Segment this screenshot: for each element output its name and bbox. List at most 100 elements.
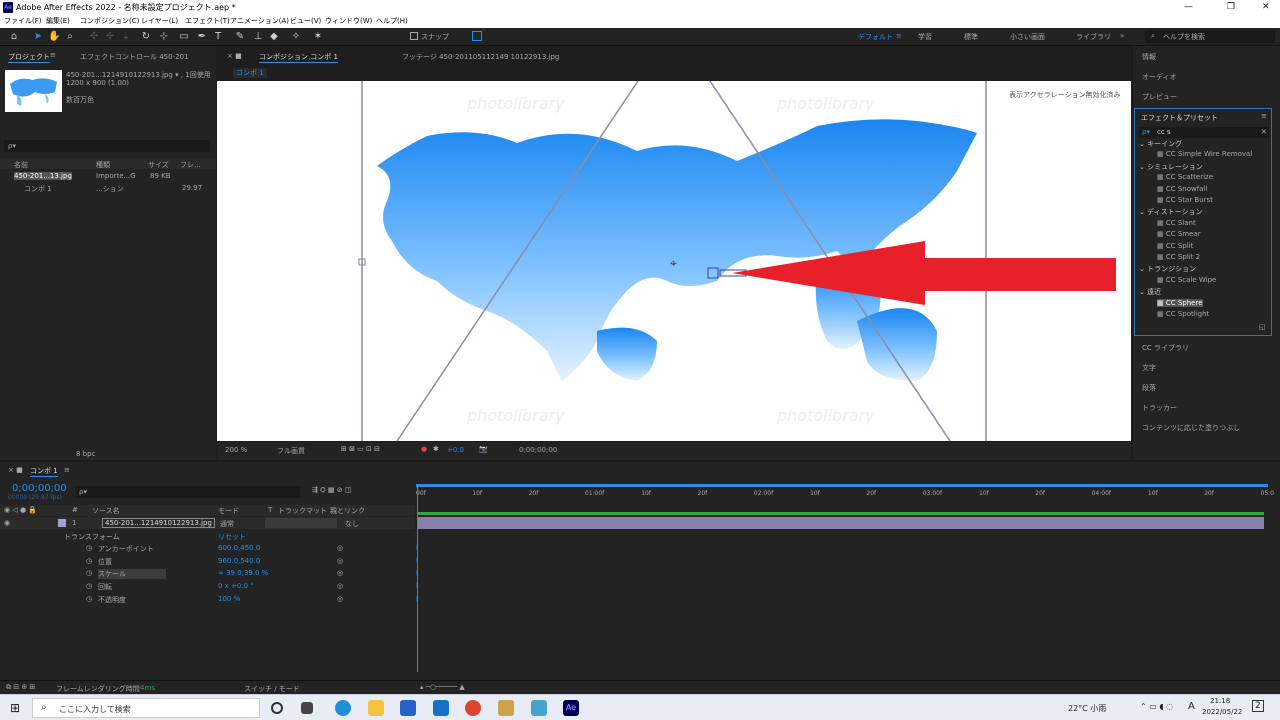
property-value[interactable]: ∞ 39.0,39.0 % bbox=[218, 569, 268, 577]
stopwatch-icon[interactable]: ◷ bbox=[86, 582, 92, 590]
taskbar-search[interactable]: ⌕ ここに入力して検索 bbox=[32, 698, 260, 718]
layer-duration-bar[interactable] bbox=[418, 517, 1264, 529]
panel-character[interactable]: 文字 bbox=[1142, 363, 1156, 373]
effect-item[interactable]: ▦ CC Simple Wire Removal bbox=[1157, 150, 1252, 158]
property-value[interactable]: 100 % bbox=[218, 595, 240, 603]
comp-subtab[interactable]: コンポ 1 bbox=[233, 68, 267, 78]
windows-start-icon[interactable]: ⊞ bbox=[10, 701, 20, 715]
zoom-select[interactable]: 200 % bbox=[225, 446, 247, 454]
new-preset-icon[interactable]: ◱ bbox=[1259, 323, 1266, 331]
menu-window[interactable]: ウィンドウ(W) bbox=[325, 15, 372, 28]
stopwatch-icon[interactable]: ◷ bbox=[86, 544, 92, 552]
clear-search-icon[interactable]: ✕ bbox=[1261, 128, 1267, 136]
pickwhip-icon[interactable]: ◎ bbox=[337, 595, 343, 603]
layer-row[interactable]: ◉ 1 450-201...1214910122913.jpg 通常 なし bbox=[0, 517, 414, 529]
layer-name[interactable]: 450-201...1214910122913.jpg bbox=[102, 518, 215, 528]
effect-item[interactable]: ▦ CC Star Burst bbox=[1157, 196, 1213, 204]
orbit-tool-icon[interactable]: ✣ bbox=[88, 31, 100, 43]
help-search[interactable]: ⌕ ヘルプを検索 bbox=[1145, 30, 1275, 43]
parent-select[interactable]: なし bbox=[345, 519, 359, 529]
col-name[interactable]: 名前 bbox=[14, 160, 28, 170]
timeline-tab[interactable]: コンポ 1 bbox=[30, 466, 58, 477]
timeline-menu-icon[interactable]: ≡ bbox=[64, 466, 70, 474]
anchor-tool-icon[interactable]: ⊹ bbox=[158, 31, 170, 43]
time-ruler[interactable]: 00f 10f 20f 01:00f 10f 20f 02:00f 10f 20f 03:00f 1… bbox=[416, 486, 1274, 506]
selection-tool-icon[interactable]: ➤ bbox=[32, 31, 44, 43]
roto-tool-icon[interactable]: ✧ bbox=[290, 31, 302, 43]
type-tool-icon[interactable]: T bbox=[212, 31, 224, 43]
clock-time[interactable]: 21:18 bbox=[1210, 697, 1230, 705]
dolly-tool-icon[interactable]: ⇣ bbox=[120, 31, 132, 43]
exposure-icon[interactable]: ✱ bbox=[433, 445, 439, 453]
col-trackmatte[interactable]: トラックマット bbox=[278, 506, 327, 516]
zoom-slider[interactable]: ▴ ─○───── ▲ bbox=[420, 683, 465, 691]
effect-group[interactable]: ⌄ トランジション bbox=[1139, 264, 1196, 274]
effect-item[interactable]: ▦ CC Smear bbox=[1157, 230, 1201, 238]
list-item[interactable]: 450-201...13.jpg Importe...G 89 KB bbox=[0, 170, 216, 181]
property-name[interactable]: 位置 bbox=[98, 557, 112, 567]
store-icon[interactable] bbox=[400, 700, 416, 716]
col-source[interactable]: ソース名 bbox=[92, 506, 120, 516]
col-parent[interactable]: 親とリンク bbox=[330, 506, 365, 516]
effect-item[interactable]: ▦ CC Scale Wipe bbox=[1157, 276, 1216, 284]
exposure-value[interactable]: +0.0 bbox=[447, 446, 464, 454]
project-search-input[interactable]: ρ▾ bbox=[4, 140, 210, 152]
tab-composition[interactable]: コンポジション コンポ 1 bbox=[259, 52, 338, 63]
visibility-icon[interactable]: ◉ bbox=[4, 519, 10, 527]
explorer-icon[interactable] bbox=[368, 700, 384, 716]
list-item[interactable]: コンポ 1 ...ション 29.97 bbox=[0, 182, 216, 193]
cortana-icon[interactable] bbox=[271, 702, 283, 714]
mail-icon[interactable] bbox=[433, 700, 449, 716]
property-name[interactable]: 回転 bbox=[98, 582, 112, 592]
menu-animation[interactable]: アニメーション(A) bbox=[230, 15, 289, 28]
snapshot-icon[interactable]: 📷 bbox=[479, 445, 488, 453]
workspace-default[interactable]: デフォルト bbox=[858, 32, 893, 42]
clock-date[interactable]: 2022/05/22 bbox=[1202, 708, 1242, 716]
project-menu-icon[interactable]: ≡ bbox=[50, 51, 56, 59]
workspace-menu-icon[interactable]: ≡ bbox=[896, 32, 902, 40]
effect-group[interactable]: ⌄ ディストーション bbox=[1139, 207, 1202, 217]
keyframe-marker[interactable]: I bbox=[416, 582, 418, 590]
timeline-switches-icons[interactable]: ⇶ ⛭ ▦ ⊘ ◫ bbox=[312, 486, 351, 495]
ime-indicator[interactable]: A bbox=[1188, 701, 1195, 712]
switch-mode-toggle[interactable]: スイッチ / モード bbox=[244, 684, 300, 694]
app-icon[interactable] bbox=[531, 700, 547, 716]
home-icon[interactable]: ⌂ bbox=[8, 31, 20, 43]
effect-item[interactable]: ▦ CC Snowfall bbox=[1157, 185, 1207, 193]
col-mode[interactable]: モード bbox=[218, 506, 239, 516]
footer-icons[interactable]: ⧉ ⊟ ⊕ ⊞ bbox=[6, 683, 35, 692]
effect-group[interactable]: ⌄ 遠近 bbox=[1139, 287, 1161, 297]
keyframe-marker[interactable]: I bbox=[416, 595, 418, 603]
effects-menu-icon[interactable]: ≡ bbox=[1261, 112, 1267, 120]
playhead[interactable] bbox=[417, 486, 418, 672]
hand-tool-icon[interactable]: ✋ bbox=[48, 31, 60, 43]
view-options-icon[interactable]: ⊞ ⊠ ▭ ⊡ ⊟ bbox=[341, 445, 380, 453]
menu-help[interactable]: ヘルプ(H) bbox=[376, 15, 408, 28]
chrome-icon[interactable] bbox=[465, 700, 481, 716]
tab-project[interactable]: プロジェクト bbox=[8, 52, 50, 63]
effect-item[interactable]: ▦ CC Sphere bbox=[1157, 298, 1203, 307]
property-value[interactable]: 600.0,450.0 bbox=[218, 544, 260, 552]
pickwhip-icon[interactable]: ◎ bbox=[337, 557, 343, 565]
timeline-search-input[interactable]: ρ▾ bbox=[76, 486, 300, 498]
effects-search-input[interactable]: ρ▾ cc s ✕ bbox=[1139, 127, 1269, 138]
snap-options-icon[interactable] bbox=[472, 31, 482, 41]
property-value[interactable]: 960.0,540.0 bbox=[218, 557, 260, 565]
menu-file[interactable]: ファイル(F) bbox=[4, 15, 42, 28]
transform-reset[interactable]: リセット bbox=[218, 532, 246, 542]
weather[interactable]: 22°C 小雨 bbox=[1068, 703, 1106, 714]
bpc-label[interactable]: 8 bpc bbox=[76, 450, 95, 458]
after-effects-taskbar-icon[interactable]: Ae bbox=[563, 700, 579, 716]
workspace-learn[interactable]: 学習 bbox=[918, 32, 932, 42]
pickwhip-icon[interactable]: ◎ bbox=[337, 582, 343, 590]
col-type[interactable]: 種類 bbox=[96, 160, 110, 170]
panel-preview[interactable]: プレビュー bbox=[1142, 92, 1177, 102]
layer-mode-select[interactable]: 通常 bbox=[220, 519, 234, 529]
workspace-standard[interactable]: 標準 bbox=[964, 32, 978, 42]
close-tab-icon[interactable]: × ■ bbox=[8, 466, 23, 474]
puppet-tool-icon[interactable]: ✶ bbox=[312, 31, 324, 43]
effect-item[interactable]: ▦ CC Slant bbox=[1157, 219, 1196, 227]
pickwhip-icon[interactable]: ◎ bbox=[337, 569, 343, 577]
pickwhip-icon[interactable]: ◎ bbox=[337, 544, 343, 552]
zoom-tool-icon[interactable]: ⌕ bbox=[64, 31, 76, 43]
